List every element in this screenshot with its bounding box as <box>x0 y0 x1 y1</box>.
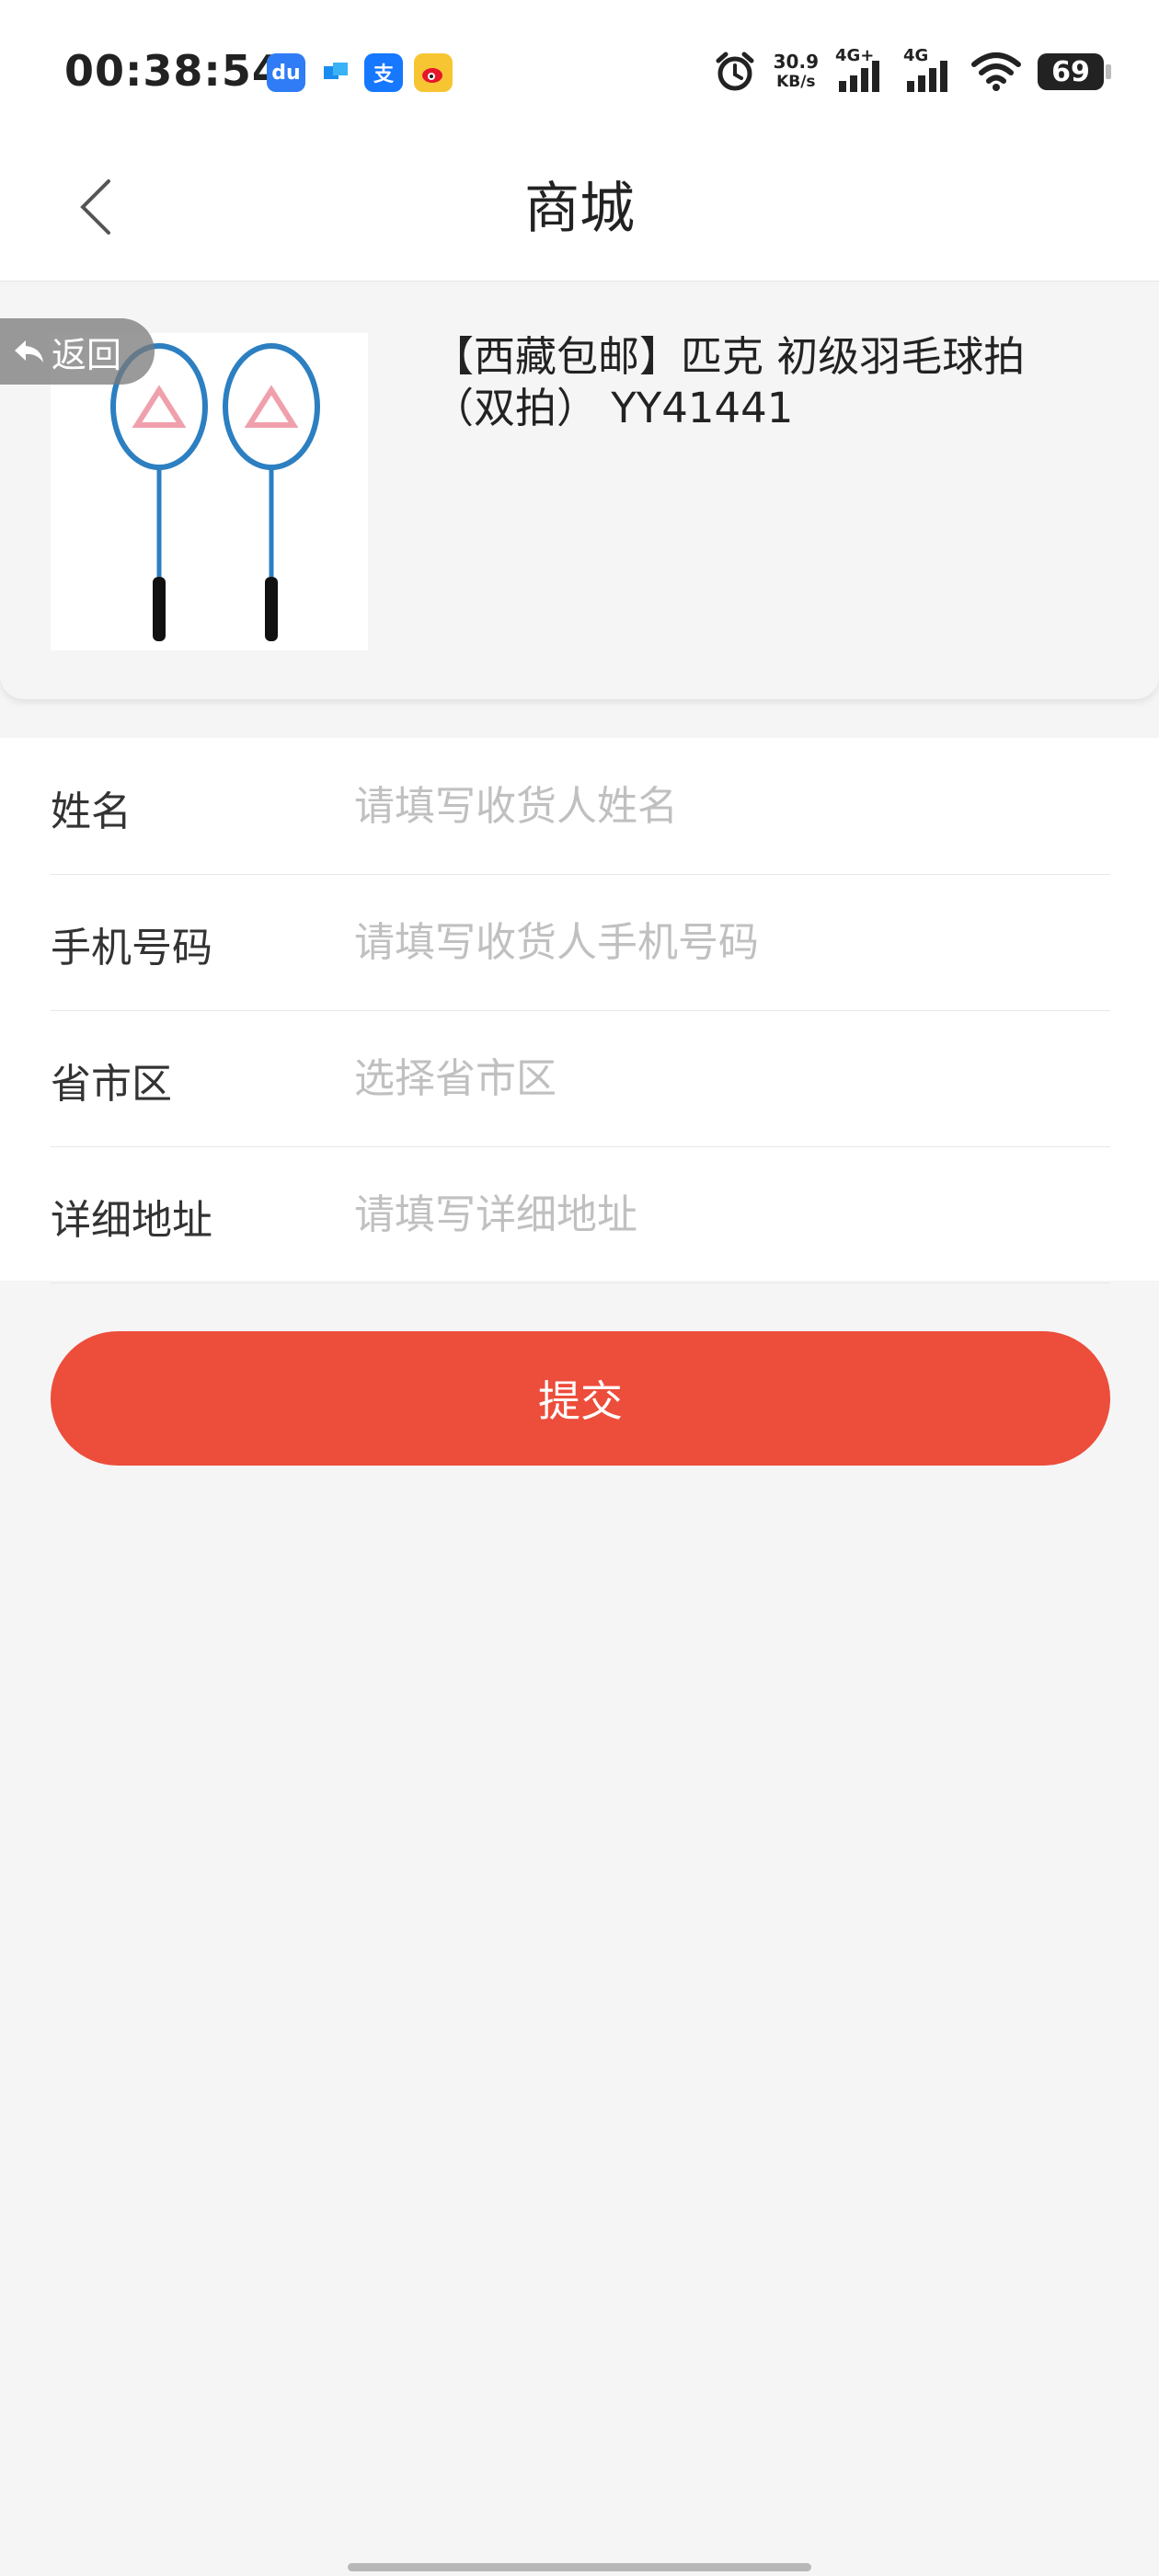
alipay-icon: 支 <box>364 53 403 92</box>
region-label: 省市区 <box>51 1061 172 1108</box>
net-speed-value: 30.9 <box>773 51 819 73</box>
region-picker[interactable] <box>354 1047 1090 1110</box>
status-time: 00:38:54 <box>64 46 282 96</box>
wifi-icon <box>971 52 1021 91</box>
reply-arrow-icon <box>15 340 43 362</box>
product-card[interactable]: 【西藏包邮】匹克 初级羽毛球拍（双拍） YY41441 <box>0 285 1159 699</box>
name-row: 姓名 <box>51 738 1110 875</box>
signal-bars-icon <box>907 61 947 92</box>
net-speed-unit: KB/s <box>776 73 816 91</box>
address-input[interactable] <box>354 1183 1090 1246</box>
phone-input[interactable] <box>354 911 1090 973</box>
weibo-icon <box>414 53 453 92</box>
address-row: 详细地址 <box>51 1146 1110 1283</box>
nav-bar: 商城 <box>0 138 1159 282</box>
net-speed: 30.9 KB/s <box>774 52 819 92</box>
signal-4g-plus: 4G+ <box>835 46 887 94</box>
signal-4g: 4G <box>903 46 955 94</box>
home-indicator[interactable] <box>348 2563 811 2571</box>
region-row: 省市区 <box>51 1010 1110 1147</box>
dingtalk-icon <box>316 53 355 92</box>
phone-label: 手机号码 <box>51 925 212 972</box>
address-label: 详细地址 <box>51 1197 212 1244</box>
return-button[interactable]: 返回 <box>0 318 155 385</box>
page-title: 商城 <box>524 177 635 241</box>
status-bar: 00:38:54 du 支 30.9 KB/s 4G+ 4G 69 <box>0 0 1159 138</box>
battery-level: 69 <box>1051 55 1090 88</box>
name-label: 姓名 <box>51 788 132 835</box>
baidu-icon: du <box>267 53 305 92</box>
submit-button[interactable]: 提交 <box>51 1331 1110 1466</box>
phone-row: 手机号码 <box>51 874 1110 1011</box>
product-title: 【西藏包邮】匹克 初级羽毛球拍（双拍） YY41441 <box>432 332 1026 432</box>
return-label: 返回 <box>52 334 122 375</box>
battery-indicator: 69 <box>1038 53 1111 90</box>
alarm-icon <box>716 52 754 91</box>
address-form: 姓名 手机号码 省市区 详细地址 <box>0 738 1159 1283</box>
name-input[interactable] <box>354 775 1090 837</box>
signal-bars-icon <box>839 61 879 92</box>
